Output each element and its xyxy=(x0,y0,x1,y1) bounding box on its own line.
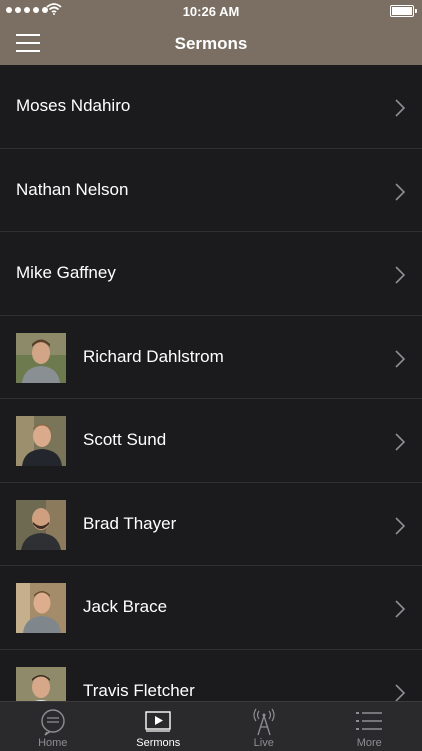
status-time: 10:26 AM xyxy=(0,4,422,19)
chevron-right-icon xyxy=(394,350,406,368)
tab-sermons[interactable]: Sermons xyxy=(106,702,212,751)
chevron-right-icon xyxy=(394,266,406,284)
speaker-photo xyxy=(16,500,66,550)
tab-more-label: More xyxy=(317,737,422,749)
speaker-name: Moses Ndahiro xyxy=(16,65,130,148)
chevron-right-icon xyxy=(394,600,406,618)
list-item[interactable]: Richard Dahlstrom xyxy=(0,316,422,400)
speaker-name: Richard Dahlstrom xyxy=(83,316,224,399)
chevron-right-icon xyxy=(394,99,406,117)
speaker-name: Nathan Nelson xyxy=(16,149,128,232)
list-item[interactable]: Nathan Nelson xyxy=(0,149,422,233)
status-bar: 10:26 AM xyxy=(0,0,422,22)
tab-home[interactable]: Home xyxy=(0,702,106,751)
speaker-name: Scott Sund xyxy=(83,399,166,482)
list-item[interactable]: Moses Ndahiro xyxy=(0,65,422,149)
speaker-name: Brad Thayer xyxy=(83,483,176,566)
list-item[interactable]: Mike Gaffney xyxy=(0,232,422,316)
battery-icon xyxy=(390,5,414,17)
speaker-photo xyxy=(16,583,66,633)
speaker-name: Travis Fletcher xyxy=(83,650,195,702)
tab-home-label: Home xyxy=(0,737,106,749)
tab-live[interactable]: Live xyxy=(211,702,317,751)
speaker-name: Mike Gaffney xyxy=(16,232,116,315)
broadcast-tower-icon xyxy=(250,708,278,736)
chevron-right-icon xyxy=(394,517,406,535)
video-play-icon xyxy=(144,710,172,732)
speaker-photo xyxy=(16,416,66,466)
speaker-name: Jack Brace xyxy=(83,566,167,649)
chat-bubble-icon xyxy=(39,708,67,736)
list-item[interactable]: Jack Brace xyxy=(0,566,422,650)
list-item[interactable]: Scott Sund xyxy=(0,399,422,483)
tab-bar: Home Sermons Live More xyxy=(0,701,422,751)
tab-sermons-label: Sermons xyxy=(106,737,212,749)
chevron-right-icon xyxy=(394,433,406,451)
speaker-list: Moses Ndahiro Nathan Nelson Mike Gaffney… xyxy=(0,65,422,701)
list-item[interactable]: Brad Thayer xyxy=(0,483,422,567)
list-item[interactable]: Travis Fletcher xyxy=(0,650,422,702)
speaker-photo xyxy=(16,333,66,383)
tab-more[interactable]: More xyxy=(317,702,422,751)
chevron-right-icon xyxy=(394,684,406,702)
chevron-right-icon xyxy=(394,183,406,201)
speaker-photo xyxy=(16,667,66,702)
page-title: Sermons xyxy=(0,34,422,54)
tab-live-label: Live xyxy=(211,737,317,749)
navigation-bar: Sermons xyxy=(0,22,422,65)
list-icon xyxy=(355,710,383,732)
